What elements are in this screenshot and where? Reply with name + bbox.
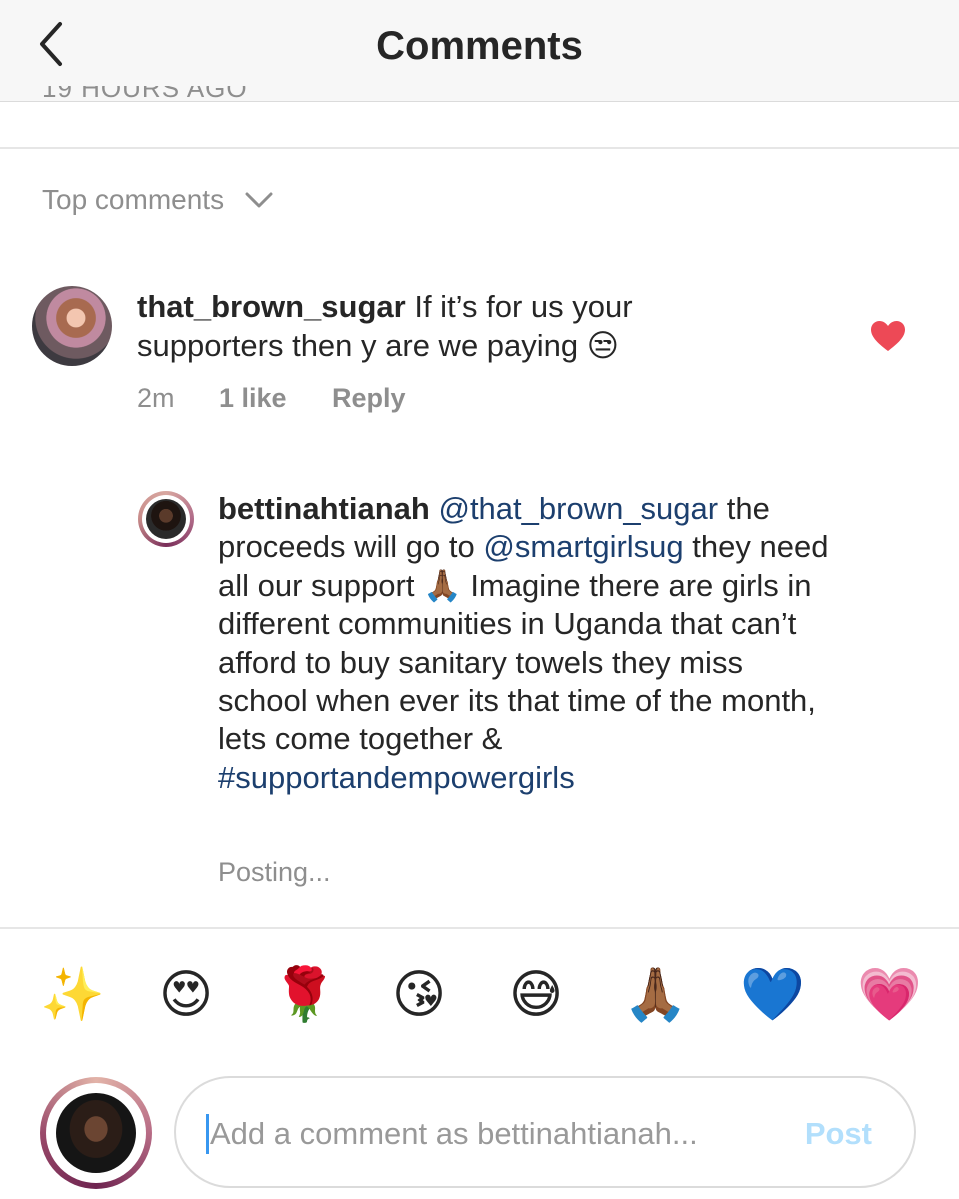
divider (0, 927, 959, 929)
post-button[interactable]: Post (805, 1114, 872, 1154)
emoji-sweat-smile-button[interactable]: 😅 (506, 963, 566, 1027)
comment: that_brown_sugar If it’s for us your sup… (137, 287, 737, 365)
posting-status: Posting... (218, 857, 331, 887)
comment-username[interactable]: that_brown_sugar (137, 289, 406, 324)
reply-comment: bettinahtianah @that_brown_sugar the pro… (218, 490, 838, 797)
likes-count-link[interactable]: 1 like (219, 383, 332, 414)
comment-emoji: 😒 (586, 328, 620, 363)
comment-input[interactable]: Add a comment as bettinahtianah... Post (174, 1076, 916, 1188)
chevron-down-icon (245, 192, 273, 208)
page-title: Comments (376, 24, 583, 68)
post-timestamp: 19 HOURS AGO (42, 86, 248, 103)
comment-input-placeholder: Add a comment as bettinahtianah... (210, 1116, 698, 1151)
hashtag-link[interactable]: #supportandempowergirls (218, 760, 575, 795)
emoji-quick-bar: ✨ 😍 🌹 😘 😅 🙏🏾 💙 💗 (40, 963, 922, 1033)
reply-button[interactable]: Reply (332, 383, 406, 414)
emoji-kiss-button[interactable]: 😘 (389, 963, 449, 1027)
comment-meta: 2m 1 like Reply (137, 383, 406, 414)
composer-avatar (40, 1077, 152, 1189)
sort-label: Top comments (42, 184, 225, 215)
mention-link[interactable]: @smartgirlsug (483, 529, 683, 564)
emoji-heart-eyes-button[interactable]: 😍 (156, 963, 216, 1027)
comment-emoji: 🙏🏾 (423, 567, 462, 603)
divider (0, 147, 959, 149)
comment-username[interactable]: bettinahtianah (218, 491, 430, 526)
emoji-sparkles-button[interactable]: ✨ (40, 963, 105, 1027)
emoji-praying-hands-button[interactable]: 🙏🏾 (623, 963, 688, 1027)
emoji-rose-button[interactable]: 🌹 (272, 963, 337, 1027)
comment-time: 2m (137, 383, 175, 413)
sort-dropdown[interactable]: Top comments (42, 182, 274, 218)
avatar[interactable] (138, 491, 194, 547)
heart-icon[interactable] (870, 320, 906, 352)
mention-link[interactable]: @that_brown_sugar (438, 491, 718, 526)
avatar[interactable] (32, 286, 112, 366)
text-caret (206, 1114, 209, 1154)
emoji-blue-heart-button[interactable]: 💙 (740, 963, 805, 1027)
emoji-sparkling-heart-button[interactable]: 💗 (857, 963, 922, 1027)
